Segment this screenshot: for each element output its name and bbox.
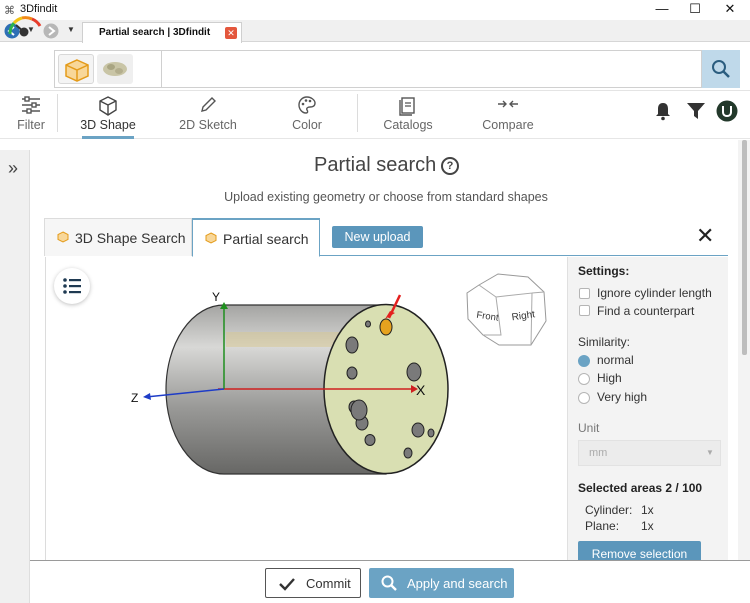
settings-heading: Settings: [578, 264, 630, 278]
viewer-menu-button[interactable] [54, 268, 90, 304]
avatar[interactable] [716, 100, 738, 122]
similarity-high-label[interactable]: High [597, 371, 622, 385]
unit-select[interactable]: mm ▼ [578, 440, 721, 466]
pencil-icon [201, 97, 216, 112]
cube-icon [65, 59, 89, 82]
funnel-filter-icon[interactable] [686, 102, 706, 120]
3d-model-canvas[interactable]: X Y Z Front Right [46, 257, 568, 560]
toolbar-divider [57, 94, 58, 132]
filter-tool[interactable]: Filter [10, 91, 52, 139]
forward-history-caret-icon[interactable]: ▼ [67, 25, 75, 34]
similarity-very-high-radio[interactable] [578, 392, 590, 404]
tool-2d-sketch[interactable]: 2D Sketch [170, 91, 246, 139]
page-title: Partial search [314, 154, 437, 176]
window-titlebar: ⌘ 3Dfindit — ☐ ✕ [0, 0, 750, 20]
tab-3d-shape-search[interactable]: 3D Shape Search [44, 218, 192, 256]
selected-hole[interactable] [379, 318, 393, 336]
close-panel-icon[interactable]: ✕ [696, 225, 714, 247]
bell-icon[interactable] [654, 101, 672, 121]
similarity-normal-radio[interactable] [578, 355, 590, 367]
x-axis-label: X [416, 382, 426, 398]
tab-partial-search-label: Partial search [223, 231, 309, 247]
minimize-button[interactable]: — [646, 0, 678, 20]
tool-3d-shape[interactable]: 3D Shape [72, 91, 144, 139]
part-thumbnail-icon [103, 62, 127, 76]
tool-catalogs-label: Catalogs [383, 118, 433, 132]
browser-tab-close-icon[interactable]: ✕ [225, 27, 237, 39]
tool-color-label: Color [292, 118, 322, 132]
search-input[interactable] [162, 50, 702, 88]
close-window-button[interactable]: ✕ [714, 0, 746, 20]
unit-label: Unit [578, 421, 600, 435]
tool-compare-label: Compare [482, 118, 534, 132]
gauge-logo-icon[interactable] [6, 14, 46, 38]
z-axis-arrow [143, 393, 151, 400]
apply-and-search-button[interactable]: Apply and search [369, 568, 514, 598]
y-axis-label: Y [212, 290, 220, 304]
palette-icon [298, 96, 316, 114]
cube-icon [205, 232, 217, 244]
compare-arrows-icon [498, 100, 518, 108]
tool-compare[interactable]: Compare [472, 91, 544, 139]
tab-3d-shape-search-label: 3D Shape Search [75, 230, 186, 246]
similarity-high-radio[interactable] [578, 373, 590, 385]
expand-panel-icon[interactable]: » [8, 158, 18, 179]
catalog-icon [399, 97, 415, 116]
tool-color[interactable]: Color [272, 91, 342, 139]
plane-count: 1x [641, 519, 654, 533]
similarity-normal-label[interactable]: normal [597, 353, 634, 367]
tool-3d-shape-label: 3D Shape [80, 118, 136, 132]
z-axis-label: Z [131, 391, 138, 405]
cylinder-label: Cylinder: [585, 503, 633, 517]
list-icon [63, 278, 81, 294]
ignore-cylinder-label[interactable]: Ignore cylinder length [597, 286, 712, 300]
plane-label: Plane: [585, 519, 620, 533]
search-icon [381, 575, 397, 591]
selected-areas-count: Selected areas 2 / 100 [578, 481, 703, 495]
cube-icon [57, 231, 69, 243]
search-button[interactable] [702, 50, 740, 88]
view-cube[interactable]: Front Right [466, 273, 547, 346]
maximize-button[interactable]: ☐ [679, 0, 711, 20]
apply-and-search-label: Apply and search [407, 576, 508, 591]
new-upload-button[interactable]: New upload [332, 226, 423, 248]
cube-outline-icon [99, 96, 117, 116]
check-icon [279, 578, 295, 591]
tool-catalogs[interactable]: Catalogs [372, 91, 444, 139]
tab-partial-search[interactable]: Partial search [192, 218, 320, 257]
find-counterpart-checkbox[interactable] [579, 305, 590, 316]
similarity-very-high-label[interactable]: Very high [597, 390, 647, 404]
similarity-label: Similarity: [578, 335, 631, 349]
toolbar-divider [357, 94, 358, 132]
shape-search-chip[interactable] [58, 54, 94, 84]
browser-tab[interactable]: Partial search | 3Dfindit ✕ [82, 22, 242, 43]
browser-tab-title: Partial search | 3Dfindit [99, 27, 211, 38]
search-icon [712, 60, 730, 78]
unit-select-value: mm [589, 447, 608, 459]
search-chips: ✕ [54, 50, 212, 88]
ignore-cylinder-checkbox[interactable] [579, 288, 590, 299]
tool-2d-sketch-label: 2D Sketch [179, 118, 237, 132]
chevron-down-icon: ▼ [706, 448, 714, 457]
active-tool-indicator [82, 136, 134, 139]
page-subtitle: Upload existing geometry or choose from … [224, 190, 548, 204]
remove-selection-label: Remove selection [591, 547, 688, 561]
commit-button[interactable]: Commit [265, 568, 361, 598]
part-thumbnail-chip[interactable] [97, 54, 133, 84]
cylinder-count: 1x [641, 503, 654, 517]
3d-viewer[interactable]: X Y Z Front Right [45, 257, 567, 560]
sliders-icon [22, 96, 40, 114]
help-icon[interactable]: ? [441, 157, 459, 175]
left-side-panel [0, 150, 30, 603]
find-counterpart-label[interactable]: Find a counterpart [597, 304, 694, 318]
filter-label: Filter [17, 118, 45, 132]
commit-button-label: Commit [306, 576, 351, 591]
page-scrollbar-thumb[interactable] [742, 140, 747, 355]
